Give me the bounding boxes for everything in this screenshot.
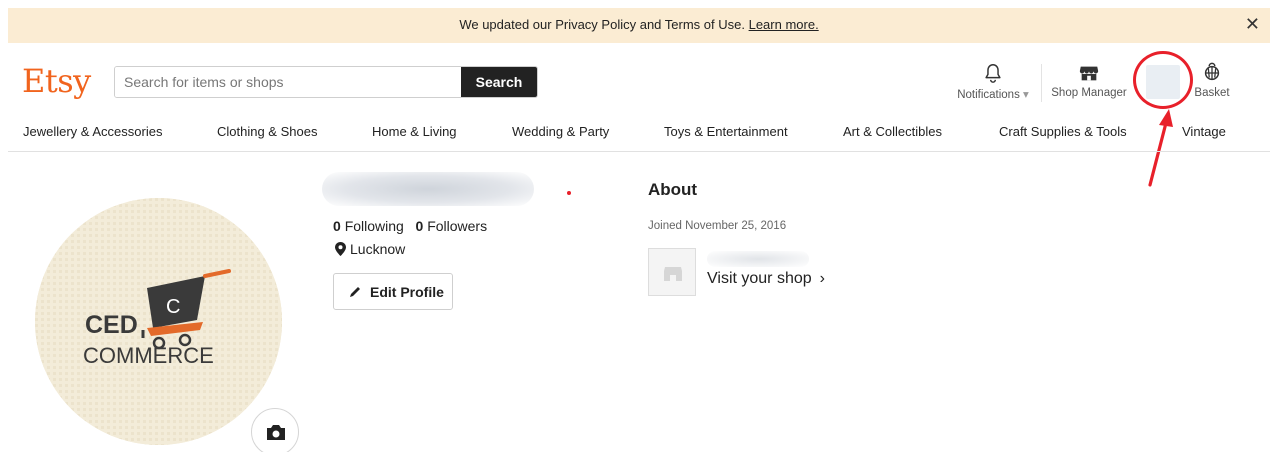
chevron-right-icon: › [819, 270, 825, 287]
profile-picture: C CED COMMERCE [35, 198, 282, 445]
visit-shop-label: Visit your shop [707, 270, 812, 287]
banner-message: We updated our Privacy Policy and Terms … [8, 17, 1270, 32]
account-avatar[interactable] [1146, 65, 1180, 99]
change-photo-button[interactable] [251, 408, 299, 452]
about-heading: About [648, 180, 698, 199]
header-divider [1041, 64, 1042, 102]
shop-name-redacted [707, 251, 809, 267]
pencil-icon [350, 286, 360, 297]
search-input[interactable] [115, 67, 463, 97]
joined-date: Joined November 25, 2016 [648, 220, 787, 232]
location-pin-icon [335, 242, 346, 256]
shop-thumbnail[interactable] [648, 248, 696, 296]
following-link[interactable]: 0 Following [333, 218, 404, 234]
category-wedding[interactable]: Wedding & Party [512, 124, 609, 139]
category-toys[interactable]: Toys & Entertainment [664, 124, 788, 139]
notifications-button[interactable]: Notifications ▾ [948, 62, 1038, 101]
profile-location: Lucknow [335, 241, 405, 257]
category-vintage[interactable]: Vintage [1182, 124, 1226, 139]
location-text: Lucknow [350, 241, 406, 257]
camera-icon [267, 425, 285, 440]
shop-icon [1046, 62, 1132, 84]
basket-label: Basket [1194, 87, 1230, 99]
edit-profile-button[interactable]: Edit Profile [333, 273, 453, 310]
category-clothing[interactable]: Clothing & Shoes [217, 124, 317, 139]
followers-link[interactable]: 0 Followers [416, 218, 488, 234]
privacy-banner: We updated our Privacy Policy and Terms … [8, 8, 1270, 43]
search-button[interactable]: Search [461, 67, 537, 97]
notifications-label: Notifications [957, 89, 1020, 101]
category-craft[interactable]: Craft Supplies & Tools [999, 124, 1127, 139]
profile-name-redacted [322, 172, 534, 206]
follow-stats: 0 Following 0 Followers [333, 218, 487, 234]
banner-text: We updated our Privacy Policy and Terms … [459, 17, 745, 32]
learn-more-link[interactable]: Learn more. [749, 17, 819, 32]
shop-manager-button[interactable]: Shop Manager [1046, 62, 1132, 99]
category-art[interactable]: Art & Collectibles [843, 124, 942, 139]
header-divider-line [8, 151, 1270, 152]
annotation-dot [567, 191, 571, 195]
category-nav: Jewellery & Accessories Clothing & Shoes… [0, 124, 1274, 148]
basket-button[interactable]: Basket [1190, 62, 1234, 99]
cedcommerce-logo: C CED COMMERCE [35, 198, 282, 445]
search-bar: Search [114, 66, 538, 98]
category-jewellery[interactable]: Jewellery & Accessories [23, 124, 162, 139]
logo-text-commerce: COMMERCE [83, 343, 214, 368]
banner-close-icon[interactable]: ✕ [1245, 14, 1260, 34]
etsy-logo[interactable]: Etsy [22, 62, 91, 100]
shop-manager-label: Shop Manager [1051, 87, 1127, 99]
chevron-down-icon: ▾ [1023, 89, 1029, 101]
basket-icon [1190, 62, 1234, 84]
logo-cart-letter: C [166, 296, 180, 318]
logo-text-ced: CED [85, 311, 138, 339]
bell-icon [948, 62, 1038, 84]
visit-shop-link[interactable]: Visit your shop › [707, 270, 825, 288]
category-home[interactable]: Home & Living [372, 124, 457, 139]
shop-placeholder-icon [664, 267, 682, 281]
edit-profile-label: Edit Profile [370, 283, 444, 300]
